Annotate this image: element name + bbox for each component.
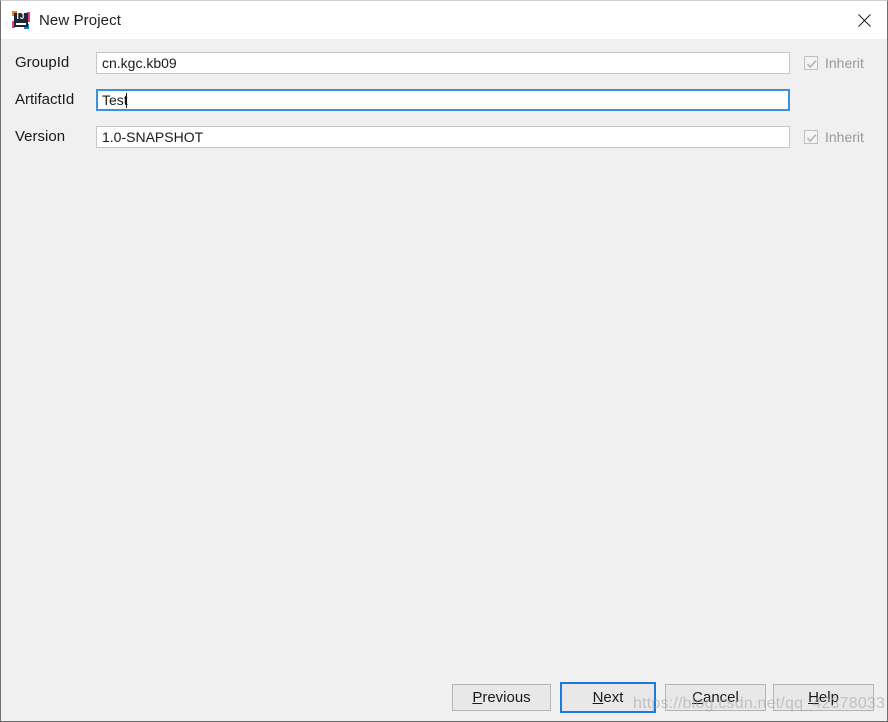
dialog-button-bar: Previous Next Cancel Help — [1, 680, 887, 721]
checkbox-checked-icon[interactable] — [804, 130, 818, 144]
artifactid-label: ArtifactId — [15, 91, 75, 108]
field-row-groupid: GroupId Inherit — [1, 52, 887, 74]
window-title: New Project — [39, 11, 121, 29]
cancel-mnemonic: C — [692, 689, 703, 706]
groupid-inherit-label: Inherit — [825, 55, 864, 71]
title-bar: IJ New Project — [1, 1, 887, 39]
new-project-dialog: IJ New Project GroupId cn.kgc.kb09 Inher… — [0, 0, 888, 722]
version-label: Version — [15, 128, 66, 145]
field-row-version: Version Inherit — [1, 126, 887, 148]
close-icon — [857, 13, 871, 27]
next-mnemonic: N — [592, 689, 604, 706]
field-row-artifactid: ArtifactId Test — [1, 89, 887, 111]
dialog-content: GroupId Inherit ArtifactId Test Vers — [1, 39, 887, 682]
app-icon-label: IJ — [16, 12, 26, 21]
previous-button[interactable]: Previous — [452, 684, 551, 711]
groupid-label: GroupId — [15, 54, 70, 71]
version-inherit-label: Inherit — [825, 129, 864, 145]
cancel-button[interactable]: Cancel — [665, 684, 766, 711]
next-button[interactable]: Next — [560, 682, 656, 713]
version-input[interactable] — [96, 126, 790, 148]
groupid-input[interactable] — [96, 52, 790, 74]
cancel-label-rest: ancel — [702, 689, 739, 706]
next-label-rest: ext — [603, 689, 624, 706]
close-button[interactable] — [841, 1, 887, 39]
version-inherit-checkbox-group[interactable]: Inherit — [804, 129, 864, 145]
help-mnemonic: H — [808, 689, 819, 706]
groupid-inherit-checkbox-group[interactable]: Inherit — [804, 55, 864, 71]
help-label-rest: elp — [818, 689, 839, 706]
previous-mnemonic: P — [472, 689, 483, 706]
checkbox-checked-icon[interactable] — [804, 56, 818, 70]
previous-label-rest: revious — [482, 689, 531, 706]
artifactid-input[interactable] — [96, 89, 790, 111]
intellij-idea-icon: IJ — [12, 11, 30, 29]
help-button[interactable]: Help — [773, 684, 874, 711]
